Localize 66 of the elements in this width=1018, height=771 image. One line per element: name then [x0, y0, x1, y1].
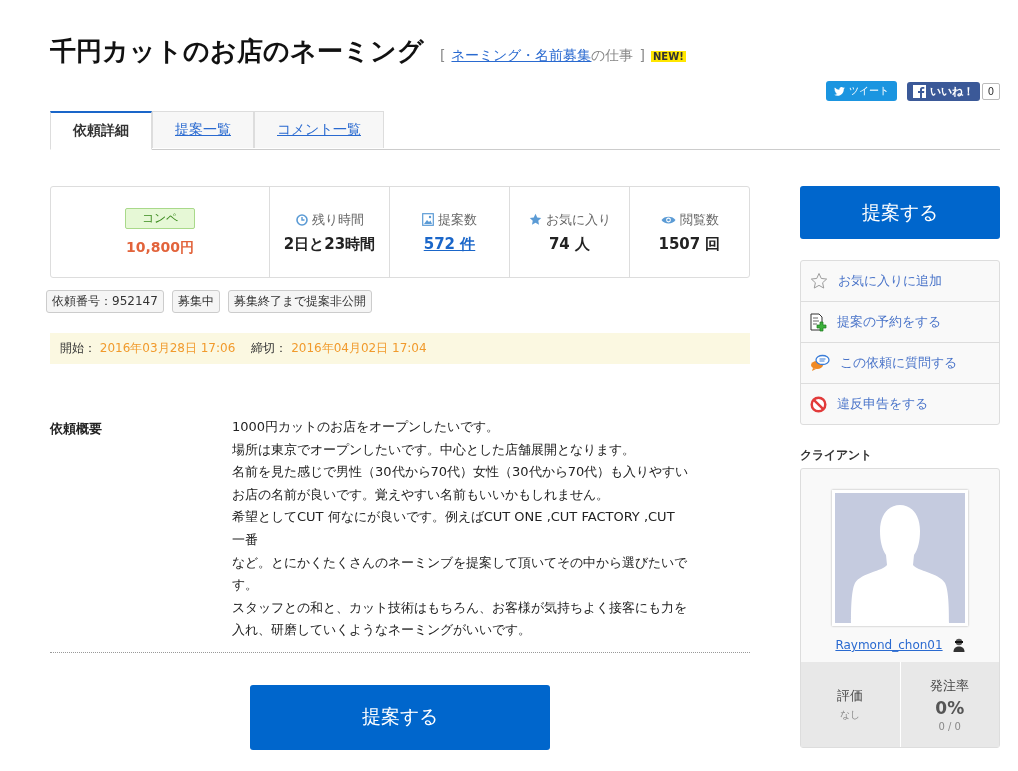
tag: 依頼番号：952147: [46, 290, 164, 313]
action-label: この依頼に質問する: [840, 354, 957, 372]
prohibited-icon: [810, 395, 827, 413]
action-label: 違反申告をする: [837, 395, 928, 413]
stat-label: 残り時間: [311, 210, 364, 229]
tab[interactable]: 依頼詳細: [50, 111, 152, 150]
bird-icon: [833, 86, 845, 96]
summary-line: お店の名前が良いです。覚えやすい名前もいいかもしれません。: [232, 485, 610, 504]
like-button[interactable]: いいね！: [906, 81, 980, 101]
order-rate-detail: 0 / 0: [938, 721, 961, 732]
stat-label: お気に入り: [545, 210, 611, 229]
order-rate-value: 0%: [935, 698, 965, 718]
star-outline-icon: [810, 272, 828, 290]
category-link[interactable]: ネーミング・名前募集: [451, 47, 592, 63]
tab[interactable]: コメント一覧: [254, 111, 384, 148]
stat-value: 1507 回: [658, 234, 721, 254]
action-label: 提案の予約をする: [837, 313, 941, 331]
reward-amount: 10,800円: [126, 238, 194, 257]
stat-value-link[interactable]: 572 件: [423, 234, 476, 254]
rating-value: なし: [840, 708, 861, 722]
start-text: 開始： 2016年03月28日 17:06: [60, 340, 236, 357]
action-item[interactable]: この依頼に質問する: [801, 342, 999, 383]
client-name-link[interactable]: Raymond_chon01: [835, 638, 943, 652]
tab[interactable]: 提案一覧: [152, 111, 254, 148]
f-logo-icon: [912, 84, 926, 98]
summary-line: など。とにかくたくさんのネーミンブを提案して頂いてその中から選びたいで: [232, 553, 688, 572]
stat-label: 提案数: [438, 210, 477, 229]
eye-icon: [660, 214, 676, 225]
summary-line: 場所は東京でオープンしたいです。中心とした店舗展開となります。: [232, 440, 636, 459]
action-item[interactable]: 提案の予約をする: [801, 301, 999, 342]
action-item[interactable]: お気に入りに追加: [801, 261, 999, 301]
client-heading: クライアント: [800, 447, 873, 464]
speech-bubbles-icon: [810, 354, 830, 372]
summary-line: スタッフとの和と、カット技術はもちろん、お客様が気持ちよく接客にも力を: [232, 598, 688, 617]
stat-value: 2日と23時間: [283, 234, 376, 254]
compe-badge: コンペ: [125, 207, 195, 229]
tag: 募集終了まで提案非公開: [227, 290, 372, 313]
tag: 募集中: [171, 290, 220, 313]
summary-line: 名前を見た感じで男性（30代から70代）女性（30代から70代）も入りやすい: [232, 463, 689, 482]
tweet-button[interactable]: ツイート: [825, 81, 897, 101]
action-item[interactable]: 違反申告をする: [801, 383, 999, 424]
propose-button[interactable]: 提案する: [250, 684, 550, 750]
summary-line: す。: [232, 576, 259, 595]
stat-label: 閲覧数: [679, 210, 719, 229]
person-icon: [952, 638, 965, 652]
bracket-text: ]: [639, 47, 645, 63]
new-badge: NEW!: [650, 50, 686, 62]
order-rate-label: 発注率: [930, 677, 970, 695]
summary-line: 希望としてCUT 何なにが良いです。例えばCUT ONE ,CUT FACTORY ,CUT: [232, 508, 676, 527]
summary-label: 依頼概要: [50, 420, 103, 438]
summary-line: 一番: [232, 530, 259, 549]
like-count: 0: [981, 82, 1000, 100]
deadline-text: 締切： 2016年04月02日 17:04: [251, 340, 427, 357]
clock-icon: [295, 213, 308, 226]
action-label: お気に入りに追加: [838, 272, 942, 290]
category-text: ネーミング・名前募集の仕事: [451, 47, 634, 65]
propose-button[interactable]: 提案する: [800, 186, 1000, 239]
summary-line: 1000円カットのお店をオープンしたいです。: [232, 418, 501, 436]
image-icon: [422, 213, 434, 226]
summary-line: 入れ、研磨していくようなネーミングがいいです。: [232, 621, 532, 640]
bracket-text: [: [440, 47, 446, 63]
document-add-icon: [810, 312, 827, 332]
page-title: 千円カットのお店のネーミング: [50, 35, 424, 68]
stat-value: 74 人: [548, 234, 591, 254]
star-icon: [528, 213, 542, 226]
rating-label: 評価: [837, 687, 864, 705]
